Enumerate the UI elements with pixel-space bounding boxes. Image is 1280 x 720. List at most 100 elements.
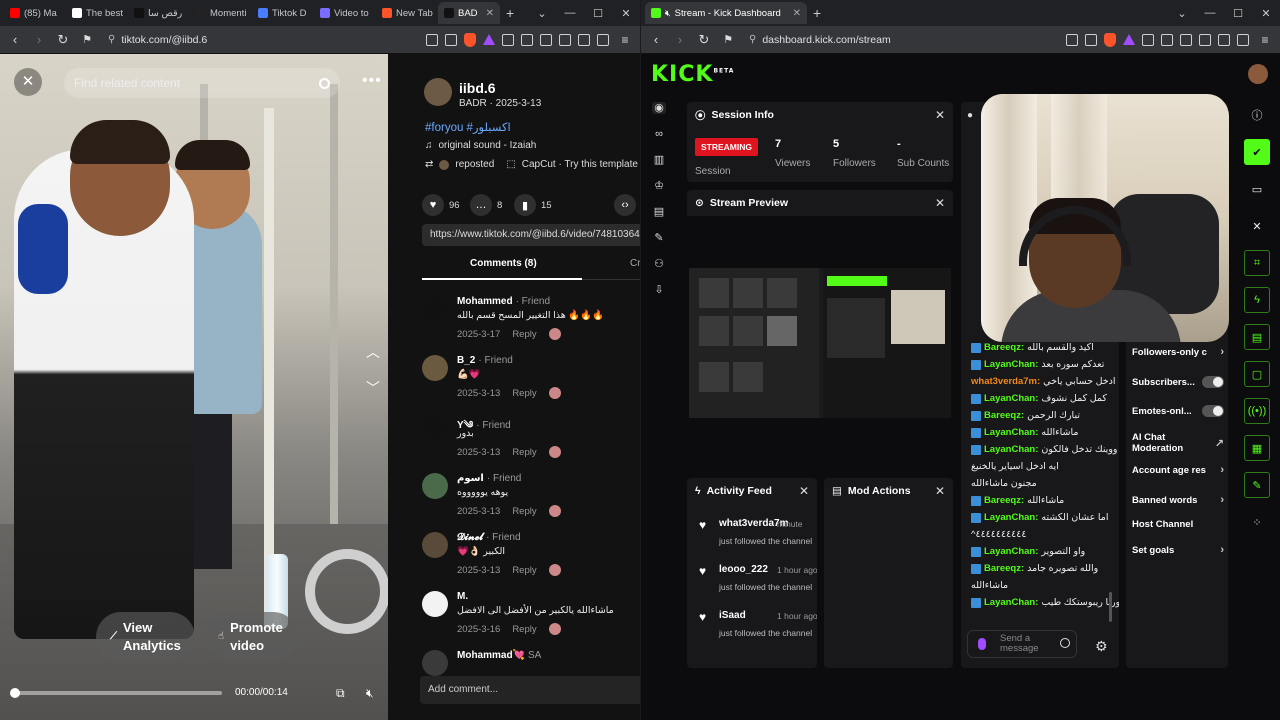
commenter-name[interactable]: M. — [457, 591, 471, 602]
share-icon[interactable] — [1085, 33, 1097, 46]
tab-8[interactable]: BAD ✕ — [438, 2, 500, 24]
extensions-icon[interactable] — [502, 33, 514, 46]
commenter-name[interactable]: Mohammed · Friend — [457, 296, 550, 307]
next-video-icon[interactable]: ﹀ — [362, 378, 384, 400]
upload-icon[interactable]: ⇩ — [652, 284, 666, 296]
video-hashtags[interactable]: #foryou #اكسبلور — [425, 120, 511, 134]
reload-button[interactable]: ↻ — [695, 32, 713, 48]
more-options-icon[interactable]: ••• — [362, 72, 382, 90]
chat-username[interactable]: LayanChan: — [984, 512, 1038, 523]
stream-icon[interactable]: ◉ — [652, 102, 666, 114]
search-icon[interactable] — [319, 77, 330, 89]
sidebar-icon[interactable] — [559, 33, 571, 46]
tab-4[interactable]: Momenti — [190, 2, 252, 24]
stream-preview-video[interactable] — [689, 268, 951, 418]
setting-toggle[interactable] — [1202, 405, 1224, 417]
tab-comments[interactable]: Comments (8) — [470, 258, 537, 269]
sound-row[interactable]: ♫ original sound - Izaiah — [425, 140, 536, 151]
tab-1[interactable]: (85) Ma — [4, 2, 66, 24]
menu-icon[interactable]: ≡ — [1256, 33, 1274, 47]
link-icon[interactable]: ∞ — [652, 128, 666, 140]
bookmark-icon[interactable]: ⚑ — [78, 33, 96, 46]
tab-7[interactable]: New Tab — [376, 2, 438, 24]
commenter-avatar[interactable] — [422, 591, 448, 617]
commenter-avatar[interactable] — [422, 532, 448, 558]
chat-bubble-icon[interactable]: ▢ — [1244, 361, 1270, 387]
chat-username[interactable]: Bareeqz: — [984, 410, 1024, 421]
tab-search-icon[interactable]: ⌄ — [528, 7, 556, 20]
tab-5[interactable]: Tiktok D — [252, 2, 314, 24]
chat-setting-row[interactable]: Account age res › — [1132, 464, 1224, 476]
chevron-right-icon[interactable]: › — [1220, 346, 1224, 358]
chat-setting-row[interactable]: AI Chat Moderation ↗ — [1132, 432, 1224, 454]
back-button[interactable]: ‹ — [647, 32, 665, 47]
chevron-right-icon[interactable]: › — [1220, 494, 1224, 506]
close-window-button[interactable]: ✕ — [612, 7, 640, 20]
commenter-name[interactable]: اسوم · Friend — [457, 473, 521, 484]
commenter-avatar[interactable] — [422, 296, 448, 322]
document-icon[interactable]: ▤ — [1244, 324, 1270, 350]
chat-username[interactable]: LayanChan: — [984, 393, 1038, 404]
dashboard-icon[interactable]: ▦ — [1244, 435, 1270, 461]
video-player[interactable]: ✕ Find related content ••• ︿ ﹀ ⟋ View An… — [0, 54, 388, 720]
screenshot-icon[interactable] — [1161, 33, 1173, 46]
activity-user[interactable]: leooo_222 — [719, 564, 768, 575]
wrench-icon[interactable]: ✎ — [652, 232, 666, 244]
chat-username[interactable]: LayanChan: — [984, 359, 1038, 370]
layout-icon[interactable]: ▭ — [1244, 176, 1270, 202]
commenter-avatar[interactable] — [422, 650, 448, 676]
tab-2[interactable]: The best — [66, 2, 128, 24]
close-panel-icon[interactable]: ✕ — [799, 484, 809, 498]
previous-video-icon[interactable]: ︿ — [362, 342, 384, 364]
info-icon[interactable]: ⓘ — [1244, 102, 1270, 128]
commenter-name[interactable]: 𝓓𝓲𝓷𝓮𝓵 · Friend — [457, 532, 521, 543]
sidebar-icon[interactable] — [1199, 33, 1211, 46]
screenshot-icon[interactable] — [521, 33, 533, 46]
close-tab-icon[interactable]: ✕ — [486, 8, 494, 19]
tab-6[interactable]: Video to — [314, 2, 376, 24]
reply-button[interactable]: Reply — [512, 329, 536, 340]
reload-button[interactable]: ↻ — [54, 32, 72, 48]
tab-creator-videos[interactable]: Cr — [630, 258, 640, 269]
activity-user[interactable]: iSaad — [719, 610, 746, 621]
promote-video-button[interactable]: ☝ Promote video — [204, 612, 299, 662]
reply-button[interactable]: Reply — [512, 624, 536, 635]
creator-username[interactable]: iibd.6 — [459, 80, 496, 96]
close-window-button[interactable]: ✕ — [1252, 7, 1280, 20]
tab-3[interactable]: رقص سا — [128, 2, 190, 24]
vpn-icon[interactable] — [597, 33, 609, 46]
video-link-field[interactable]: https://www.tiktok.com/@iibd.6/video/748… — [422, 224, 640, 246]
back-button[interactable]: ‹ — [6, 32, 24, 47]
chat-setting-row[interactable]: Emotes-onl... — [1132, 405, 1224, 417]
chat-scrollbar[interactable] — [1109, 592, 1112, 622]
related-search-input[interactable]: Find related content — [64, 68, 340, 98]
muted-tab-icon[interactable]: 🔇︎ — [665, 8, 671, 19]
broadcast-icon[interactable]: ((•)) — [1244, 398, 1270, 424]
downloads-icon[interactable] — [540, 33, 552, 46]
address-bar[interactable]: ⚲ tiktok.com/@iibd.6 — [102, 30, 420, 50]
apps-icon[interactable]: ⁘ — [1244, 509, 1270, 535]
chat-setting-row[interactable]: Subscribers... — [1132, 376, 1224, 388]
chat-username[interactable]: LayanChan: — [984, 546, 1038, 557]
embed-stat[interactable]: ‹› — [614, 194, 636, 216]
maximize-button[interactable]: ☐ — [1224, 7, 1252, 20]
progress-knob[interactable] — [10, 688, 20, 698]
focus-icon[interactable]: ⌗ — [1244, 250, 1270, 276]
wrench-icon[interactable]: ✎ — [1244, 472, 1270, 498]
close-video-button[interactable]: ✕ — [14, 68, 42, 96]
reply-button[interactable]: Reply — [512, 506, 536, 517]
wallet-icon[interactable] — [578, 33, 590, 46]
capcut-template-link[interactable]: CapCut · Try this template — [522, 159, 638, 170]
chat-username[interactable]: LayanChan: — [984, 427, 1038, 438]
commenter-avatar[interactable] — [422, 355, 448, 381]
minimize-button[interactable]: — — [556, 7, 584, 20]
save-stat[interactable]: ▮ 15 — [514, 194, 552, 216]
chat-username[interactable]: Bareeqz: — [984, 342, 1024, 353]
brave-shields-icon[interactable] — [1104, 32, 1116, 47]
commenter-avatar[interactable] — [422, 473, 448, 499]
close-tab-icon[interactable]: ✕ — [793, 8, 801, 19]
chat-setting-row[interactable]: Banned words › — [1132, 494, 1224, 506]
close-panel-icon[interactable]: ✕ — [935, 196, 945, 210]
community-icon[interactable]: ⚇ — [652, 258, 666, 270]
share-icon[interactable] — [445, 33, 457, 46]
